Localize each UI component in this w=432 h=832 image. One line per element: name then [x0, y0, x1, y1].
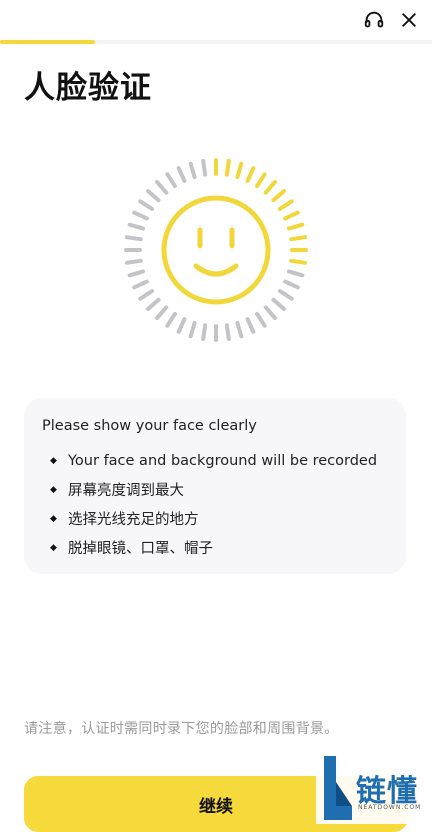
scan-tick: [201, 158, 208, 177]
scan-tick: [145, 297, 161, 311]
close-icon[interactable]: [395, 6, 423, 34]
scan-tick: [277, 199, 294, 211]
scan-tick: [188, 320, 197, 339]
scan-tick: [188, 161, 197, 180]
scan-tick: [277, 289, 294, 301]
scan-tick: [289, 258, 308, 265]
scan-tick: [124, 258, 143, 265]
scan-tick: [138, 289, 155, 301]
instructions-title: Please show your face clearly: [42, 418, 257, 434]
scan-tick: [155, 305, 169, 321]
scan-tick: [245, 317, 256, 334]
instructions-card: Please show your face clearly ◆ Your face…: [24, 398, 406, 574]
page-title: 人脸验证: [24, 70, 152, 106]
watermark-logo: 链懂 NEATDOWN.COM: [316, 750, 432, 824]
scan-tick: [138, 199, 155, 211]
scan-tick: [263, 179, 277, 195]
scan-tick: [283, 279, 300, 290]
scan-tick: [255, 172, 267, 189]
scan-tick: [176, 166, 187, 183]
diamond-bullet-icon: ◆: [50, 513, 57, 524]
scan-tick: [127, 222, 146, 231]
watermark-subtext: NEATDOWN.COM: [358, 804, 422, 811]
scan-tick: [224, 158, 231, 177]
scan-tick: [271, 297, 287, 311]
list-item: ◆ 脱掉眼镜、口罩、帽子: [50, 541, 213, 557]
diamond-bullet-icon: ◆: [50, 484, 57, 495]
scan-tick: [127, 269, 146, 278]
top-bar: [0, 0, 432, 40]
list-item: ◆ 屏幕亮度调到最大: [50, 483, 184, 499]
scan-tick: [145, 189, 161, 203]
scan-tick: [235, 161, 244, 180]
scan-tick: [235, 320, 244, 339]
scan-tick: [124, 235, 143, 242]
list-item: ◆ 选择光线充足的地方: [50, 512, 199, 528]
scan-tick: [286, 269, 305, 278]
diamond-bullet-icon: ◆: [50, 455, 57, 466]
scan-progress-ring: [124, 158, 308, 342]
scan-tick: [263, 305, 277, 321]
scan-tick: [255, 311, 267, 328]
scan-tick: [155, 179, 169, 195]
smiley-face-icon: [161, 195, 271, 305]
scan-tick: [283, 210, 300, 221]
scan-tick: [245, 166, 256, 183]
notice-text: 请注意，认证时需同时录下您的脸部和周围背景。: [24, 721, 339, 737]
scan-tick: [132, 210, 149, 221]
progress-bar: [0, 40, 432, 44]
diamond-bullet-icon: ◆: [50, 542, 57, 553]
scan-tick: [132, 279, 149, 290]
scan-tick: [165, 172, 177, 189]
headset-icon[interactable]: [360, 6, 388, 34]
list-item: ◆ Your face and background will be record…: [50, 452, 378, 469]
scan-tick: [289, 235, 308, 242]
progress-bar-fill: [0, 40, 96, 44]
scan-tick: [201, 323, 208, 342]
instructions-list: ◆ Your face and background will be record…: [42, 446, 377, 562]
scan-tick: [165, 311, 177, 328]
scan-tick: [176, 317, 187, 334]
scan-tick: [224, 323, 231, 342]
face-scan-graphic: [116, 154, 316, 354]
scan-tick: [271, 189, 287, 203]
scan-tick: [286, 222, 305, 231]
